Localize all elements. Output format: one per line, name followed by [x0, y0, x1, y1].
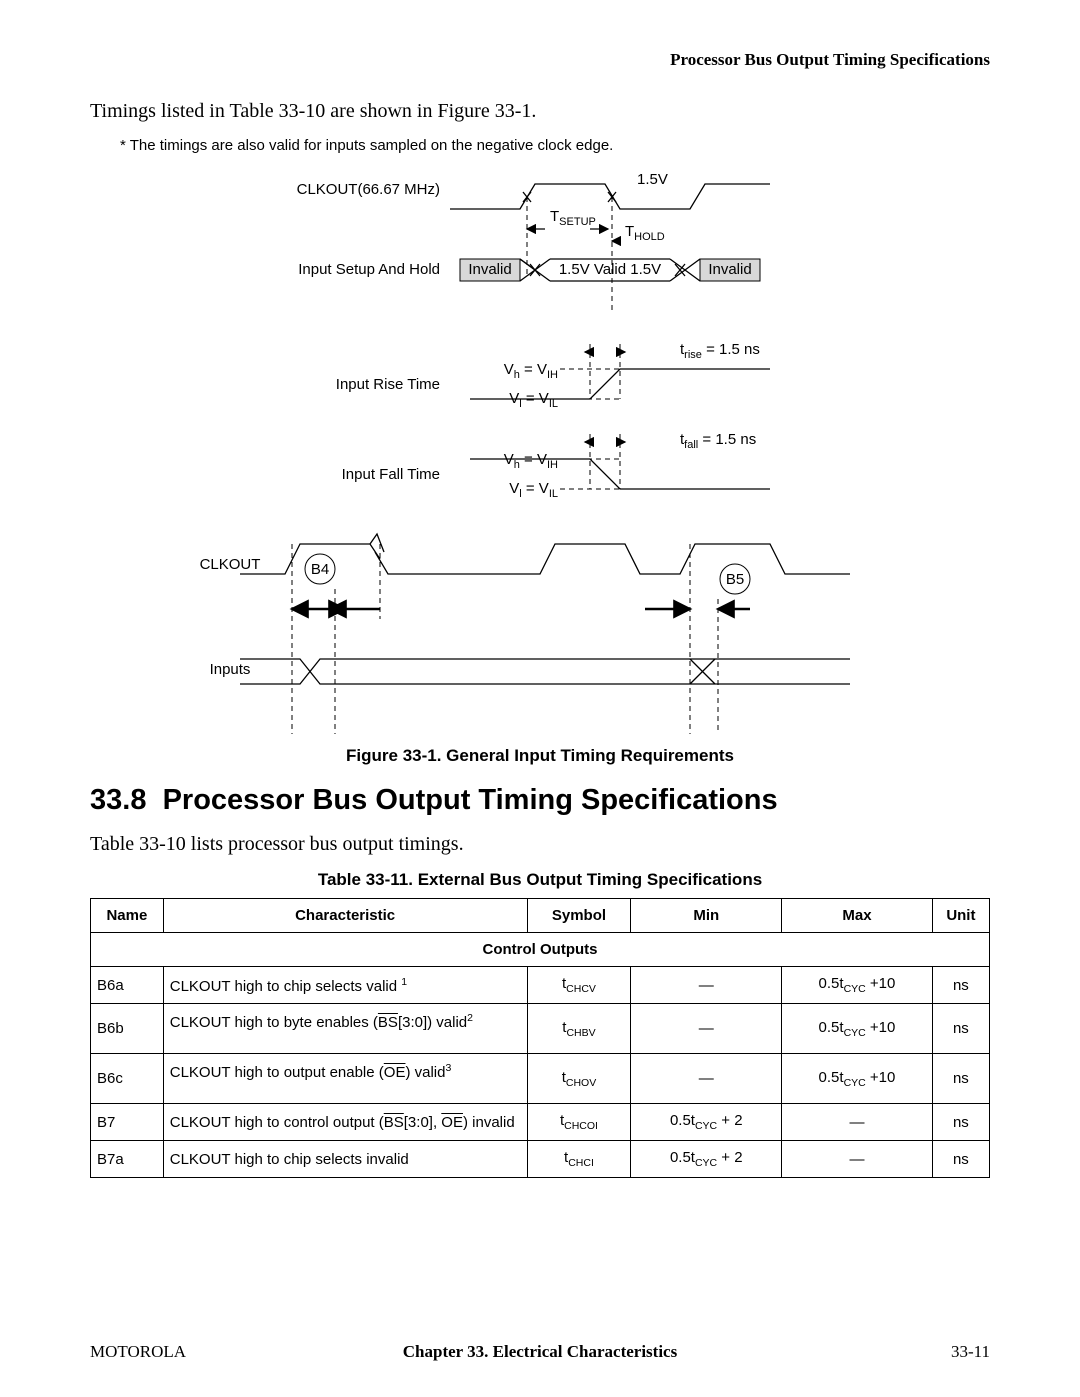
- footer-center: Chapter 33. Electrical Characteristics: [90, 1342, 990, 1362]
- cell-name: B7a: [91, 1141, 164, 1178]
- cell-sym: tCHCOI: [527, 1104, 631, 1141]
- figure-caption: Figure 33-1. General Input Timing Requir…: [90, 746, 990, 766]
- svg-text:1.5V Valid 1.5V: 1.5V Valid 1.5V: [559, 261, 661, 278]
- cell-sym: tCHBV: [527, 1004, 631, 1054]
- table-header-row: Name Characteristic Symbol Min Max Unit: [91, 899, 990, 933]
- section-heading: 33.8 Processor Bus Output Timing Specifi…: [90, 784, 990, 817]
- th-name: Name: [91, 899, 164, 933]
- b4-label: B4: [311, 561, 329, 578]
- table-row: B6b CLKOUT high to byte enables (BS[3:0]…: [91, 1004, 990, 1054]
- cell-char: CLKOUT high to chip selects valid 1: [163, 967, 527, 1004]
- cell-max: 0.5tCYC +10: [782, 1004, 933, 1054]
- th-max: Max: [782, 899, 933, 933]
- table-row: B7a CLKOUT high to chip selects invalid …: [91, 1141, 990, 1178]
- cell-max: 0.5tCYC +10: [782, 967, 933, 1004]
- cell-max: —: [782, 1104, 933, 1141]
- timing-diagram: .t { font: 15px Arial, Helvetica, sans-s…: [170, 174, 910, 734]
- running-header: Processor Bus Output Timing Specificatio…: [90, 50, 990, 70]
- table-caption: Table 33-11. External Bus Output Timing …: [90, 870, 990, 890]
- svg-text:Vl = VIL: Vl = VIL: [509, 390, 558, 410]
- timing-table: Name Characteristic Symbol Min Max Unit …: [90, 898, 990, 1178]
- svg-text:Invalid: Invalid: [468, 261, 511, 278]
- svg-text:trise = 1.5 ns: trise = 1.5 ns: [680, 341, 760, 361]
- svg-text:Input Rise Time: Input Rise Time: [336, 376, 440, 393]
- intro-paragraph: Timings listed in Table 33-10 are shown …: [90, 100, 990, 123]
- cell-min: 0.5tCYC + 2: [631, 1141, 782, 1178]
- setup-hold-label: Input Setup And Hold: [298, 261, 440, 278]
- svg-text:THOLD: THOLD: [625, 223, 665, 243]
- cell-char: CLKOUT high to byte enables (BS[3:0]) va…: [163, 1004, 527, 1054]
- svg-text:CLKOUT: CLKOUT: [200, 556, 261, 573]
- clkout2-label: CLKOUT: [200, 556, 261, 573]
- cell-min: —: [631, 1004, 782, 1054]
- cell-sym: tCHOV: [527, 1054, 631, 1104]
- cell-unit: ns: [932, 967, 989, 1004]
- svg-text:Vl = VIL: Vl = VIL: [509, 480, 558, 500]
- svg-text:Invalid: Invalid: [708, 261, 751, 278]
- cell-unit: ns: [932, 1104, 989, 1141]
- cell-name: B6a: [91, 967, 164, 1004]
- svg-text:tfall = 1.5 ns: tfall = 1.5 ns: [680, 431, 756, 451]
- section-number: 33.8: [90, 784, 146, 816]
- table-row: B7 CLKOUT high to control output (BS[3:0…: [91, 1104, 990, 1141]
- cell-char: CLKOUT high to chip selects invalid: [163, 1141, 527, 1178]
- svg-text:Input Fall Time: Input Fall Time: [342, 466, 440, 483]
- cell-char: CLKOUT high to output enable (OE) valid3: [163, 1054, 527, 1104]
- cell-name: B6b: [91, 1004, 164, 1054]
- svg-text:CLKOUT(66.67 MHz): CLKOUT(66.67 MHz): [297, 181, 440, 198]
- svg-text:TSETUP: TSETUP: [550, 208, 596, 228]
- cell-min: —: [631, 967, 782, 1004]
- cell-char: CLKOUT high to control output (BS[3:0], …: [163, 1104, 527, 1141]
- section-intro: Table 33-10 lists processor bus output t…: [90, 833, 990, 856]
- invalid-left: Invalid: [468, 261, 511, 278]
- cell-name: B6c: [91, 1054, 164, 1104]
- cell-max: 0.5tCYC +10: [782, 1054, 933, 1104]
- section-row-label: Control Outputs: [91, 933, 990, 967]
- svg-text:Input Setup And Hold: Input Setup And Hold: [298, 261, 440, 278]
- table-row: B6a CLKOUT high to chip selects valid 1 …: [91, 967, 990, 1004]
- cell-name: B7: [91, 1104, 164, 1141]
- svg-text:Vh = VIH: Vh = VIH: [504, 361, 558, 381]
- page-footer: MOTOROLA Chapter 33. Electrical Characte…: [90, 1342, 990, 1362]
- th-unit: Unit: [932, 899, 989, 933]
- valid-label: 1.5V Valid 1.5V: [559, 261, 661, 278]
- th-char: Characteristic: [163, 899, 527, 933]
- svg-text:1.5V: 1.5V: [637, 174, 668, 188]
- cell-min: —: [631, 1054, 782, 1104]
- clkout-label: CLKOUT(66.67 MHz): [297, 181, 440, 198]
- section-title: Processor Bus Output Timing Specificatio…: [163, 784, 778, 816]
- svg-text:B5: B5: [726, 571, 744, 588]
- inputs-label: Inputs: [210, 661, 251, 678]
- th-min: Min: [631, 899, 782, 933]
- cell-unit: ns: [932, 1141, 989, 1178]
- v15: 1.5V: [637, 174, 668, 188]
- cell-max: —: [782, 1141, 933, 1178]
- svg-text:B4: B4: [311, 561, 329, 578]
- cell-unit: ns: [932, 1054, 989, 1104]
- cell-unit: ns: [932, 1004, 989, 1054]
- rise-label: Input Rise Time: [336, 376, 440, 393]
- invalid-right: Invalid: [708, 261, 751, 278]
- th-sym: Symbol: [527, 899, 631, 933]
- svg-text:Inputs: Inputs: [210, 661, 251, 678]
- b5-label: B5: [726, 571, 744, 588]
- svg-text:Vh = VIH: Vh = VIH: [504, 451, 558, 471]
- table-row: B6c CLKOUT high to output enable (OE) va…: [91, 1054, 990, 1104]
- footnote-star: * The timings are also valid for inputs …: [120, 137, 990, 154]
- cell-sym: tCHCV: [527, 967, 631, 1004]
- fall-label: Input Fall Time: [342, 466, 440, 483]
- cell-sym: tCHCI: [527, 1141, 631, 1178]
- cell-min: 0.5tCYC + 2: [631, 1104, 782, 1141]
- table-section-row: Control Outputs: [91, 933, 990, 967]
